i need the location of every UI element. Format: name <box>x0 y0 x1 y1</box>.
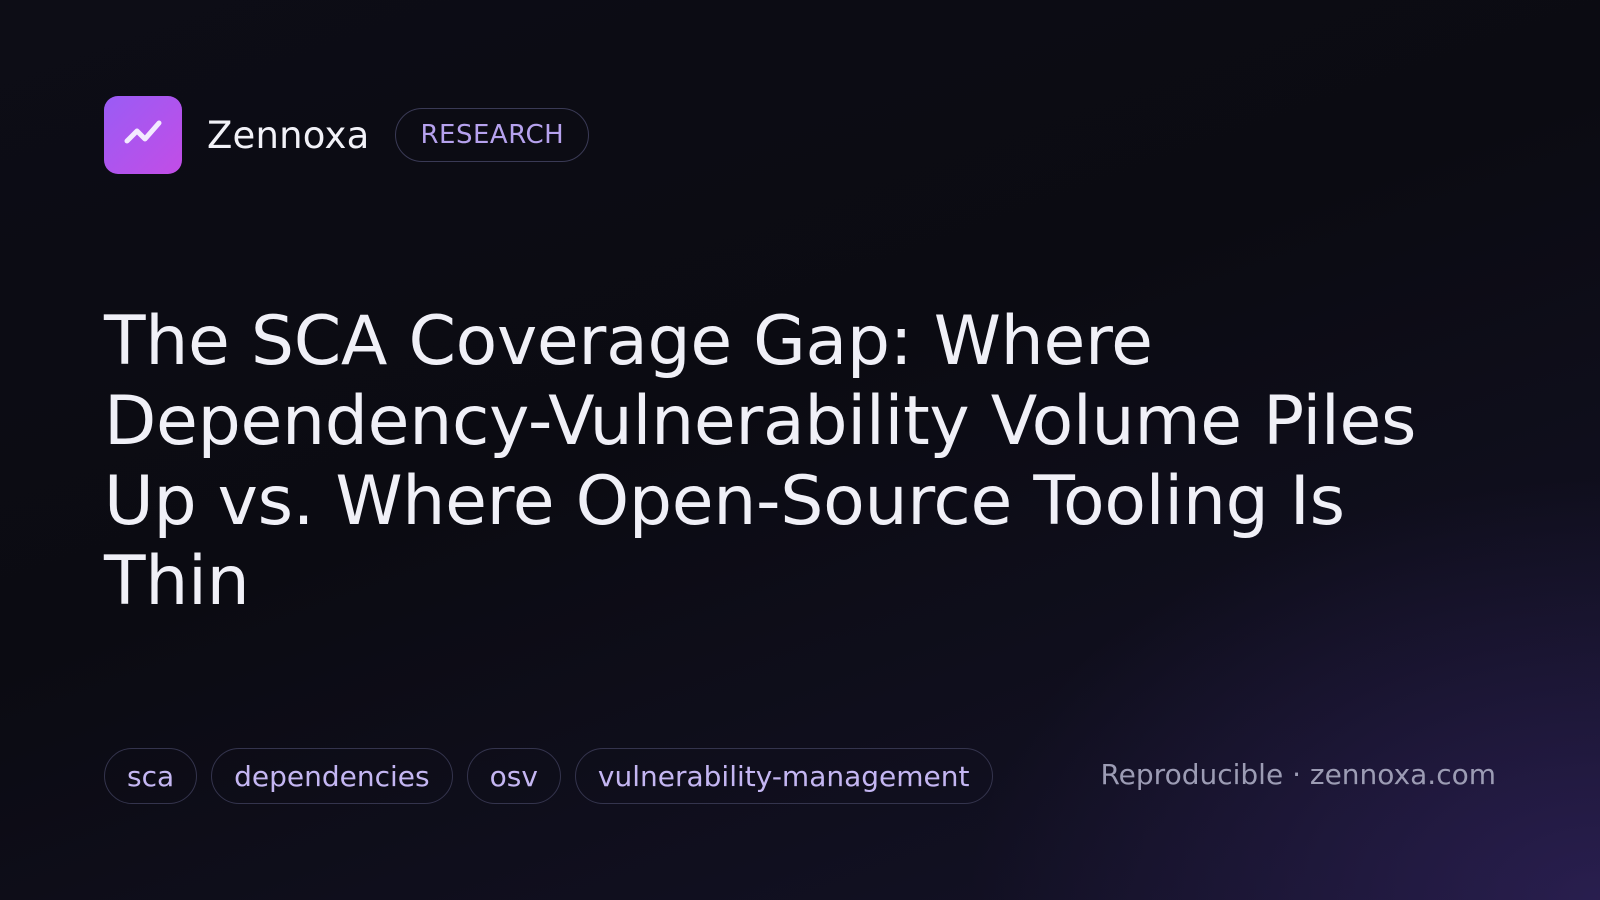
tag-dependencies[interactable]: dependencies <box>211 748 453 804</box>
footer-attribution: Reproducible · zennoxa.com <box>1100 758 1496 791</box>
category-badge: RESEARCH <box>395 108 590 162</box>
tag-osv[interactable]: osv <box>466 748 561 804</box>
brand-header: Zennoxa RESEARCH <box>104 96 590 174</box>
brand-logo <box>104 96 182 174</box>
cover-card: Zennoxa RESEARCH The SCA Coverage Gap: W… <box>0 0 1600 900</box>
tag-vulnerability-management[interactable]: vulnerability-management <box>574 748 993 804</box>
tag-sca[interactable]: sca <box>104 748 198 804</box>
brand-name: Zennoxa <box>207 113 370 157</box>
tag-list: sca dependencies osv vulnerability-manag… <box>104 748 993 804</box>
page-title: The SCA Coverage Gap: Where Dependency-V… <box>104 302 1417 621</box>
trend-line-icon <box>124 120 162 144</box>
